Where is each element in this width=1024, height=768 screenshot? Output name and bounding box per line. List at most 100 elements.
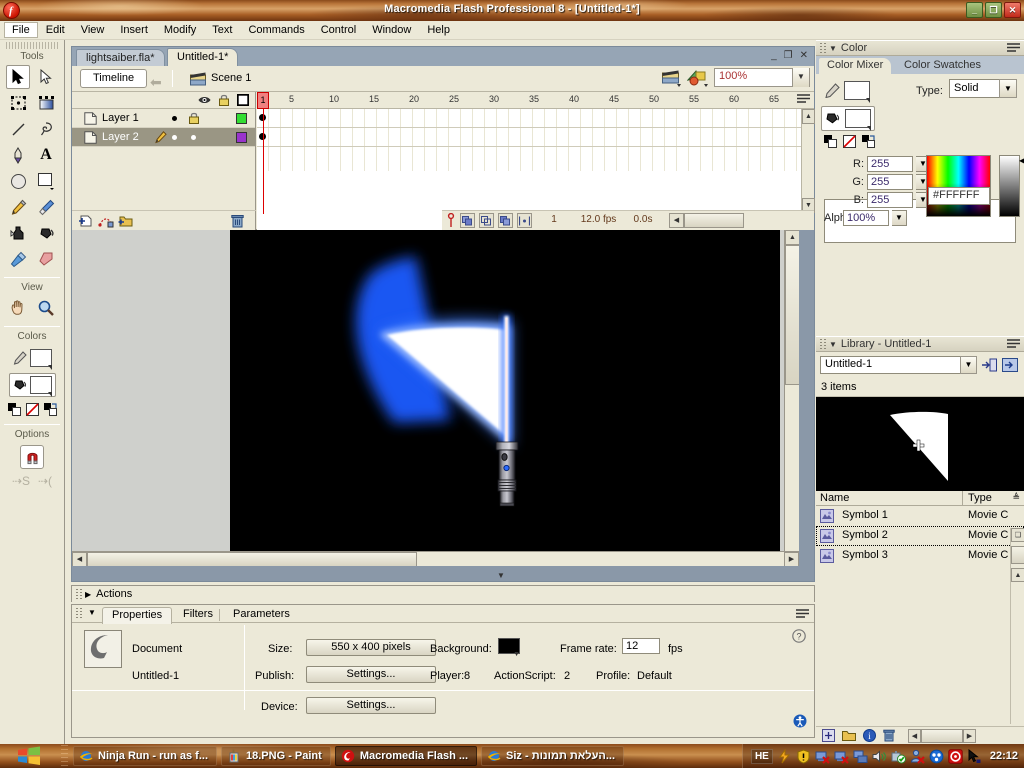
stroke-color-group[interactable]	[10, 347, 55, 370]
antivirus-shield-icon[interactable]	[948, 748, 963, 764]
new-library-panel-icon[interactable]	[982, 358, 997, 372]
playhead-marker[interactable]: 1	[257, 92, 269, 109]
menu-window[interactable]: Window	[364, 22, 419, 38]
menu-text[interactable]: Text	[204, 22, 240, 38]
chevron-down-icon[interactable]: ▼	[960, 356, 977, 374]
selection-tool[interactable]	[6, 65, 30, 89]
mixer-stroke-swatch[interactable]	[844, 81, 870, 103]
library-document-select[interactable]: Untitled-1 ▼	[820, 356, 977, 374]
layer-color-swatch-1[interactable]	[236, 113, 247, 124]
library-hscroll-left-button[interactable]: ◀	[908, 728, 921, 743]
library-item-name-3[interactable]: Symbol 3	[842, 549, 888, 561]
layer-name-1[interactable]: Layer 1	[102, 112, 139, 124]
tools-panel-grip[interactable]	[6, 42, 58, 49]
layer-color-swatch-2[interactable]	[236, 132, 247, 143]
timeline-ruler[interactable]: 1 5 10 15 20 25 30 35 40 45 50 55 60 65 …	[257, 92, 814, 109]
pin-library-icon[interactable]	[1002, 358, 1018, 372]
chevron-down-icon[interactable]: ▼	[999, 79, 1017, 98]
no-color-icon[interactable]	[843, 135, 856, 148]
brightness-slider-arrow-icon[interactable]: ◀	[1019, 156, 1024, 165]
pencil-tool[interactable]	[6, 195, 30, 219]
edit-symbols-icon[interactable]	[687, 69, 709, 87]
library-column-type[interactable]: Type	[968, 492, 992, 504]
swap-colors-icon[interactable]	[862, 135, 875, 148]
doc-minimize-button[interactable]: _	[771, 50, 777, 61]
color-type-select[interactable]: Solid ▼	[949, 79, 1017, 98]
stage-canvas[interactable]	[230, 230, 780, 566]
gradient-transform-tool[interactable]	[34, 91, 58, 115]
tab-properties[interactable]: Properties	[102, 607, 173, 624]
chevron-down-icon[interactable]: ▼	[792, 68, 809, 87]
library-hscrollbar[interactable]: ◀ ▶	[908, 728, 976, 743]
layer-row-1[interactable]: Layer 1	[72, 109, 255, 128]
menu-modify[interactable]: Modify	[156, 22, 204, 38]
chevron-down-icon[interactable]: ▼	[513, 651, 520, 658]
color-panel-header[interactable]: ▼ Color	[816, 40, 1024, 56]
alpha-stepper[interactable]: ▼	[892, 210, 907, 226]
subselection-tool[interactable]	[34, 65, 58, 89]
device-settings-button[interactable]: Settings...	[306, 697, 436, 714]
properties-options-menu-icon[interactable]	[796, 609, 809, 620]
ink-bottle-tool[interactable]	[6, 221, 30, 245]
minimize-button[interactable]: _	[966, 2, 983, 18]
fill-color-group[interactable]	[8, 373, 56, 397]
layer-row-2[interactable]: Layer 2	[72, 128, 255, 147]
color-spectrum[interactable]	[926, 155, 991, 217]
symbol-properties-icon[interactable]: i	[863, 729, 876, 742]
collapse-triangle-icon[interactable]: ▼	[829, 340, 837, 349]
timeline-options-menu-icon[interactable]	[797, 94, 810, 106]
hand-tool[interactable]	[6, 296, 30, 320]
text-tool[interactable]: A	[34, 143, 58, 167]
eyedropper-tool[interactable]	[6, 247, 30, 271]
actions-panel-header[interactable]: ▶ Actions	[71, 585, 815, 602]
taskbar-item-ninja-run[interactable]: Ninja Run - run as f...	[73, 746, 218, 766]
stage-scroll-up-button[interactable]: ▲	[785, 230, 799, 245]
menu-control[interactable]: Control	[313, 22, 364, 38]
mouse-pointer-tray-icon[interactable]	[967, 748, 982, 764]
layer-lock-dot-2[interactable]	[191, 135, 196, 140]
menu-insert[interactable]: Insert	[112, 22, 156, 38]
user-account-disabled-icon[interactable]	[910, 749, 925, 764]
document-name-label[interactable]: Untitled-1	[132, 670, 179, 682]
layer-name-2[interactable]: Layer 2	[102, 131, 139, 143]
stroke-color-swatch[interactable]	[29, 349, 52, 370]
language-indicator[interactable]: HE	[750, 748, 773, 764]
onion-skin-outlines-button[interactable]	[479, 213, 494, 228]
timeline-vscrollbar[interactable]: ▲ ▼	[801, 109, 815, 213]
library-hscroll-thumb[interactable]	[921, 728, 963, 743]
library-row-symbol-1[interactable]: Symbol 1 Movie C	[816, 506, 1024, 526]
back-arrow-icon[interactable]: ⬅	[150, 74, 162, 91]
layer-visibility-dot-2[interactable]	[172, 135, 177, 140]
free-transform-tool[interactable]	[6, 91, 30, 115]
stage-scroll-right-button[interactable]: ▶	[784, 552, 799, 566]
rectangle-tool[interactable]	[34, 169, 58, 193]
tab-color-swatches[interactable]: Color Swatches	[896, 58, 989, 74]
red-input[interactable]: 255	[867, 156, 913, 172]
accessibility-icon[interactable]	[793, 714, 807, 728]
hex-color-input[interactable]: #FFFFFF	[928, 187, 990, 205]
document-size-button[interactable]: 550 x 400 pixels	[306, 639, 436, 656]
menu-edit[interactable]: Edit	[38, 22, 73, 38]
library-vscroll-thumb[interactable]	[1011, 546, 1024, 564]
new-folder-icon[interactable]	[842, 730, 856, 742]
menu-help[interactable]: Help	[419, 22, 458, 38]
timeline-toggle-button[interactable]: Timeline	[80, 69, 148, 88]
delete-symbol-trash-icon[interactable]	[883, 729, 895, 742]
close-button[interactable]: ✕	[1004, 2, 1021, 18]
network-connection-icon[interactable]	[853, 749, 868, 764]
fill-color-swatch[interactable]	[29, 376, 52, 397]
onion-skin-button[interactable]	[460, 213, 475, 228]
doc-tab-untitled1[interactable]: Untitled-1*	[167, 48, 239, 66]
line-tool[interactable]	[6, 117, 30, 141]
timeline-hscroll-thumb[interactable]	[684, 213, 744, 228]
stage-vscroll-thumb[interactable]	[785, 245, 799, 385]
color-panel-options-icon[interactable]	[1007, 42, 1020, 54]
timeline-scroll-up-button[interactable]: ▲	[802, 109, 815, 124]
delete-layer-trash-icon[interactable]	[231, 214, 244, 228]
timeline-hscroll-left-button[interactable]: ◀	[669, 213, 684, 228]
library-panel-grip[interactable]	[820, 339, 826, 349]
brightness-bar[interactable]	[999, 155, 1020, 217]
edit-multiple-frames-button[interactable]	[498, 213, 513, 228]
stage-resize-handle[interactable]: ▼	[497, 571, 505, 580]
publish-settings-button[interactable]: Settings...	[306, 666, 436, 683]
